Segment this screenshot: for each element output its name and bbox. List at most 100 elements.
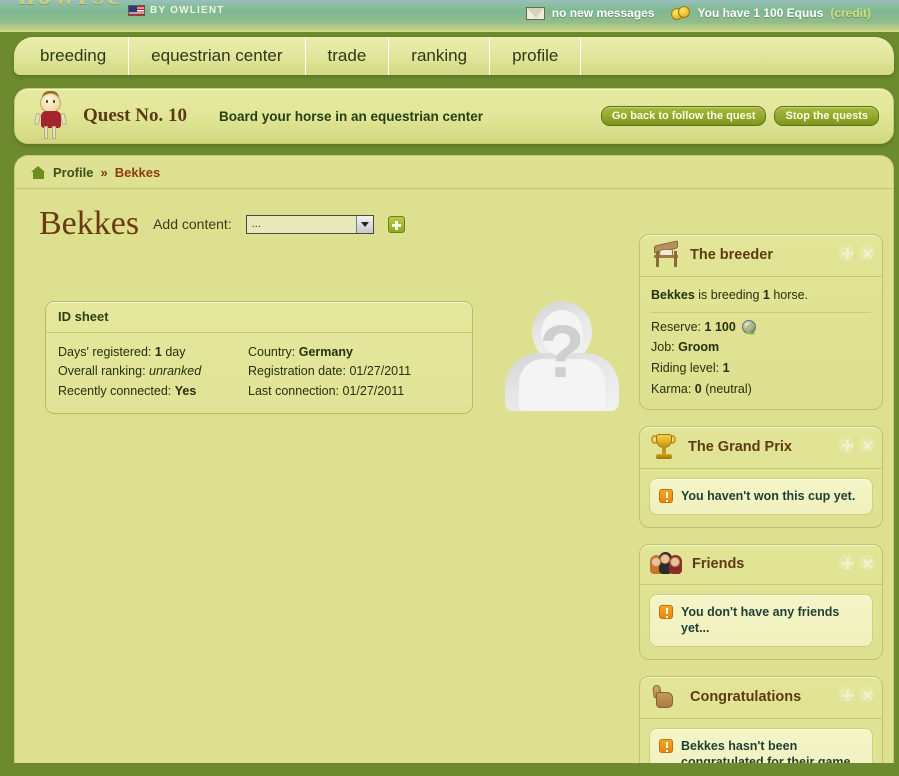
mail-icon[interactable] <box>525 6 545 20</box>
widgets-column: The breeder Bekkes is breeding 1 horse. … <box>639 234 883 763</box>
us-flag-icon[interactable] <box>128 5 145 16</box>
breadcrumb: Profile » Bekkes <box>15 156 893 189</box>
widget-breeder: The breeder Bekkes is breeding 1 horse. … <box>639 234 883 411</box>
breeder-stable-icon <box>650 240 680 269</box>
currency-status: You have 1 100 Equus (credit) <box>670 6 871 20</box>
warning-icon <box>659 605 673 620</box>
widget-friends-controls <box>839 555 874 571</box>
currency-label: You have 1 100 Equus <box>697 6 824 20</box>
trophy-icon <box>650 433 678 461</box>
widget-breeder-body: Bekkes is breeding 1 horse. Reserve: 1 1… <box>640 277 882 401</box>
site-logo[interactable]: howrse <box>18 0 122 12</box>
nav-tab-breeding[interactable]: breeding <box>14 37 130 75</box>
move-icon[interactable] <box>839 245 854 260</box>
recently-connected-label: Recently connected: <box>58 383 172 398</box>
days-registered-row: Days' registered: 1 day <box>58 343 248 362</box>
avatar-question-mark: ? <box>539 310 585 393</box>
top-banner: howrse BY OWLIENT no new messages You ha… <box>0 0 899 32</box>
close-icon[interactable] <box>859 437 874 453</box>
equus-coin-icon <box>742 319 758 335</box>
top-right-status: no new messages You have 1 100 Equus (cr… <box>525 6 871 20</box>
main-navigation: breeding equestrian center trade ranking… <box>14 37 894 75</box>
avatar-placeholder-icon: ? <box>502 301 622 411</box>
stop-quests-button[interactable]: Stop the quests <box>774 106 879 126</box>
overall-ranking-value: unranked <box>149 364 202 379</box>
close-icon[interactable] <box>859 245 874 260</box>
friends-alert: You don't have any friends yet... <box>649 594 873 648</box>
last-connection-label: Last connection: <box>248 383 340 398</box>
coins-icon <box>670 6 691 20</box>
add-content-select[interactable]: ... <box>245 214 374 234</box>
id-sheet-right-column: Country: Germany Registration date: 01/2… <box>248 343 460 401</box>
close-icon[interactable] <box>859 687 874 703</box>
widget-friends-header: Friends <box>640 545 882 586</box>
widget-breeder-controls <box>839 245 874 260</box>
karma-suffix: (neutral) <box>701 381 752 396</box>
last-connection-value: 01/27/2011 <box>342 383 405 398</box>
quest-mascot-icon <box>29 91 73 141</box>
reserve-label: Reserve: <box>651 319 702 334</box>
move-icon[interactable] <box>839 687 854 703</box>
go-back-to-quest-button[interactable]: Go back to follow the quest <box>600 106 767 126</box>
registration-date-label: Registration date: <box>248 364 346 379</box>
nav-tab-trade[interactable]: trade <box>306 37 390 75</box>
job-value: Groom <box>678 340 720 355</box>
breeder-summary-count: 1 <box>762 288 770 302</box>
id-sheet-body: Days' registered: 1 day Overall ranking:… <box>46 333 472 413</box>
reserve-row: Reserve: 1 100 <box>651 317 871 338</box>
overall-ranking-row: Overall ranking: unranked <box>58 362 248 381</box>
id-sheet-left-column: Days' registered: 1 day Overall ranking:… <box>58 343 248 401</box>
widget-breeder-title: The breeder <box>690 247 773 263</box>
riding-level-value: 1 <box>722 360 730 375</box>
widget-breeder-header: The breeder <box>640 235 882 277</box>
breeder-divider <box>651 311 871 313</box>
breeder-summary-mid: is breeding <box>694 288 763 302</box>
karma-value: 0 <box>694 381 702 396</box>
friends-alert-text: You don't have any friends yet... <box>681 605 840 636</box>
warning-icon <box>659 489 673 504</box>
breeder-summary-end: horse. <box>769 288 809 302</box>
widget-congratulations: Congratulations Bekkes hasn't been congr… <box>639 676 883 763</box>
nav-tab-profile[interactable]: profile <box>490 37 582 75</box>
chevron-down-icon[interactable] <box>355 215 373 233</box>
widget-friends: Friends You don't have any friends yet..… <box>639 544 883 661</box>
messages-label: no new messages <box>551 6 655 20</box>
nav-tab-equestrian-center[interactable]: equestrian center <box>129 37 306 75</box>
home-icon[interactable] <box>31 165 46 179</box>
id-sheet-panel: ID sheet Days' registered: 1 day Overall… <box>45 301 473 415</box>
widget-grand-prix: The Grand Prix You haven't won this cup … <box>639 426 883 529</box>
widget-friends-title: Friends <box>692 556 745 573</box>
widget-grand-prix-title: The Grand Prix <box>688 439 792 456</box>
recently-connected-row: Recently connected: Yes <box>58 382 248 401</box>
friends-icon <box>650 551 682 577</box>
widget-congratulations-controls <box>839 687 874 703</box>
country-row: Country: Germany <box>248 343 460 362</box>
registration-date-value: 01/27/2011 <box>349 364 412 379</box>
nav-tab-ranking[interactable]: ranking <box>389 37 491 75</box>
content-body: Bekkes Add content: ... ID sheet Days' r… <box>15 189 893 763</box>
messages-status[interactable]: no new messages <box>525 6 655 20</box>
breeder-summary-name: Bekkes <box>651 288 695 302</box>
overall-ranking-label: Overall ranking: <box>58 364 146 379</box>
byline-label: BY OWLIENT <box>150 5 225 16</box>
move-icon[interactable] <box>839 437 854 453</box>
close-icon[interactable] <box>859 555 874 571</box>
thumbs-up-icon <box>650 683 680 711</box>
breadcrumb-current: Bekkes <box>114 164 161 180</box>
credit-link[interactable]: (credit) <box>830 6 871 20</box>
id-sheet-title: ID sheet <box>46 302 472 333</box>
add-content-label: Add content: <box>153 216 232 232</box>
widget-grand-prix-header: The Grand Prix <box>640 427 882 470</box>
move-icon[interactable] <box>839 555 854 571</box>
widget-congratulations-header: Congratulations <box>640 677 882 720</box>
riding-level-label: Riding level: <box>651 360 720 375</box>
page-title: Bekkes <box>39 205 140 242</box>
reserve-value: 1 100 <box>704 319 736 334</box>
riding-level-row: Riding level: 1 <box>651 358 871 379</box>
widget-congratulations-title: Congratulations <box>690 689 802 706</box>
add-content-plus-button[interactable] <box>387 215 405 233</box>
days-registered-label: Days' registered: <box>58 345 152 359</box>
job-label: Job: <box>651 340 675 355</box>
karma-label: Karma: <box>651 381 692 396</box>
breadcrumb-profile-link[interactable]: Profile <box>53 165 93 180</box>
